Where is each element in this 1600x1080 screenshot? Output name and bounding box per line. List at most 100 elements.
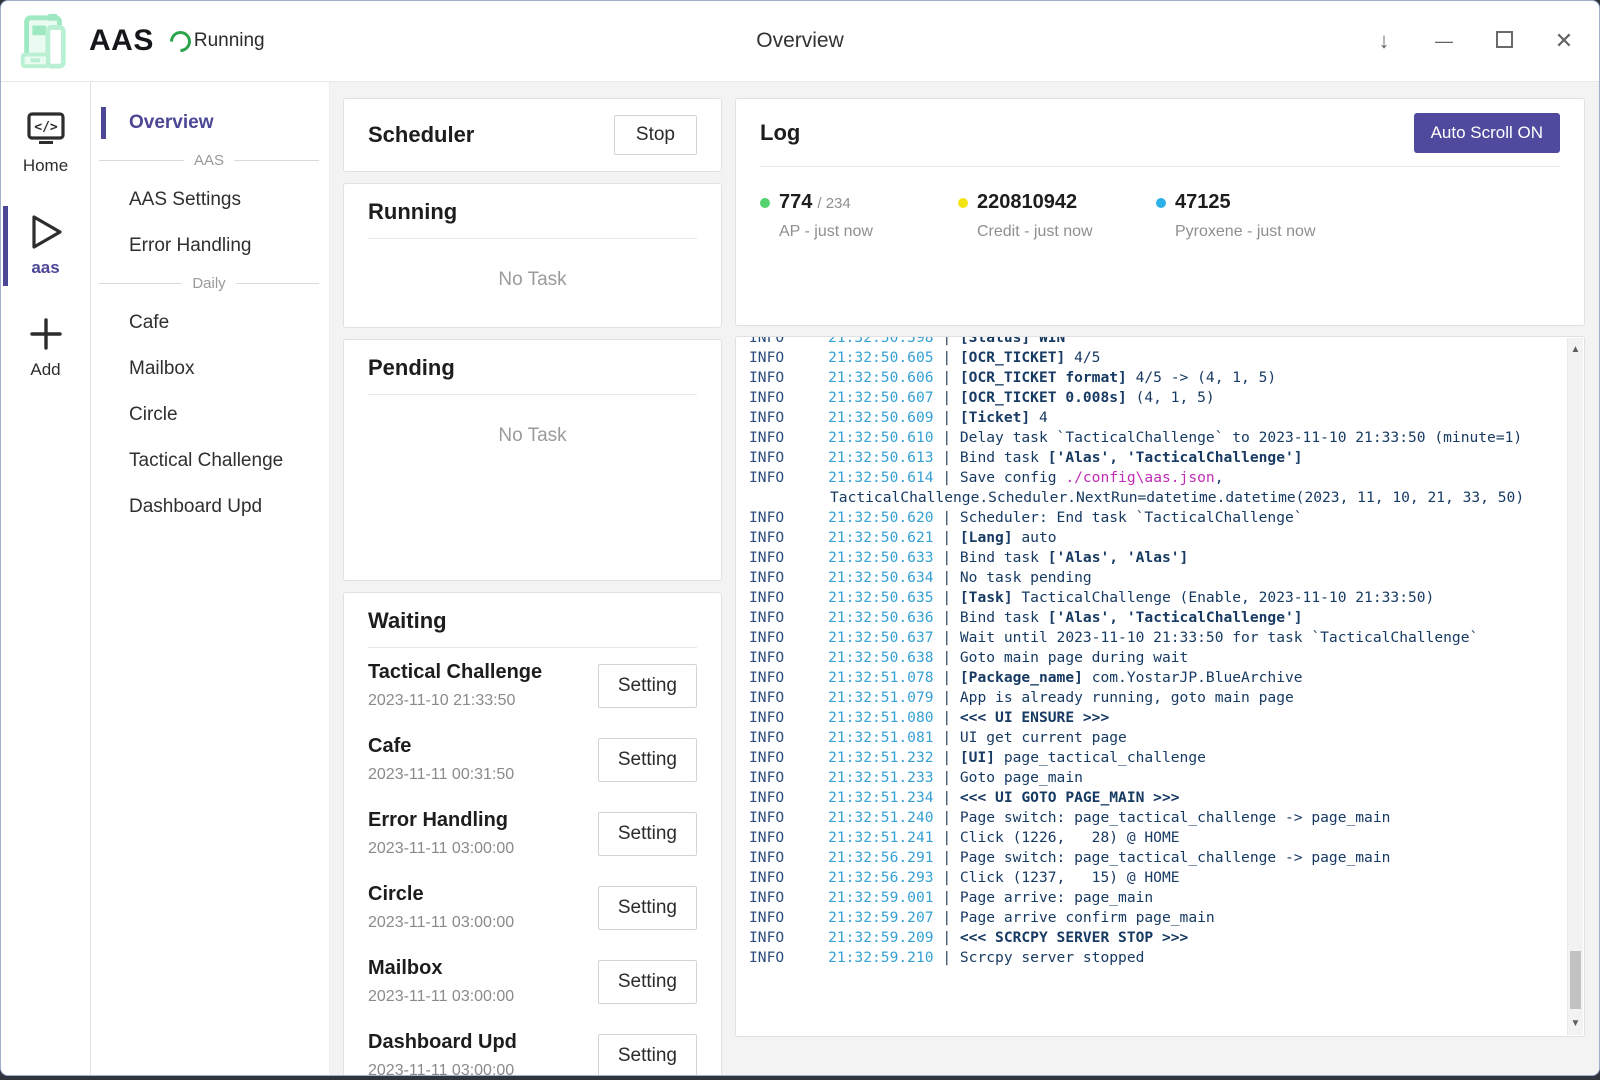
active-indicator bbox=[101, 230, 106, 262]
nav-item[interactable]: Dashboard Upd bbox=[91, 488, 329, 526]
log-line: INFO 21:32:50.610 | Delay task `Tactical… bbox=[749, 428, 1550, 448]
waiting-task-row: Dashboard Upd 2023-11-11 03:00:00 Settin… bbox=[368, 1018, 697, 1076]
nav-item[interactable]: Mailbox bbox=[91, 350, 329, 388]
waiting-task-next-run: 2023-11-11 00:31:50 bbox=[368, 766, 514, 784]
scroll-up-icon[interactable]: ▲ bbox=[1568, 344, 1583, 355]
setting-button[interactable]: Setting bbox=[598, 1034, 697, 1077]
waiting-task-name: Circle bbox=[368, 883, 514, 906]
nav-section-label: AAS bbox=[194, 152, 224, 169]
waiting-task-row: Cafe 2023-11-11 00:31:50 Setting bbox=[368, 722, 697, 796]
nav-item-label: Error Handling bbox=[129, 235, 252, 256]
setting-button[interactable]: Setting bbox=[598, 664, 697, 708]
dashboard-stats: 774 / 234 AP - just now 220810942 bbox=[760, 191, 1560, 241]
waiting-task-name: Tactical Challenge bbox=[368, 661, 542, 684]
waiting-task-name: Error Handling bbox=[368, 809, 514, 832]
stat-dot-icon bbox=[760, 198, 770, 208]
maximize-icon[interactable] bbox=[1491, 30, 1517, 52]
rail-item[interactable]: aas bbox=[1, 202, 90, 290]
log-line: INFO 21:32:50.609 | [Ticket] 4 bbox=[749, 408, 1550, 428]
stat-suffix: / 234 bbox=[817, 195, 850, 212]
icon-rail: </> Home aas Add bbox=[1, 82, 91, 1075]
log-line: INFO 21:32:50.637 | Wait until 2023-11-1… bbox=[749, 628, 1550, 648]
log-line: INFO 21:32:50.638 | Goto main page durin… bbox=[749, 648, 1550, 668]
nav-section-label: Daily bbox=[192, 275, 225, 292]
download-icon[interactable]: ↓ bbox=[1371, 30, 1397, 52]
scroll-down-icon[interactable]: ▼ bbox=[1568, 1018, 1583, 1029]
log-card: Log Auto Scroll ON 774 / 234 bbox=[735, 98, 1585, 326]
active-indicator bbox=[3, 104, 8, 184]
stat-block: 47125 Pyroxene - just now bbox=[1156, 191, 1354, 241]
log-line: INFO 21:32:50.613 | Bind task ['Alas', '… bbox=[749, 448, 1550, 468]
rail-item-icon bbox=[26, 212, 66, 252]
nav-item[interactable]: Overview bbox=[91, 104, 329, 142]
nav-item-label: Cafe bbox=[129, 312, 169, 333]
active-indicator bbox=[3, 206, 8, 286]
waiting-card: Waiting Tactical Challenge 2023-11-10 21… bbox=[343, 592, 722, 1076]
nav-item-label: Overview bbox=[129, 112, 214, 133]
rail-item[interactable]: Add bbox=[1, 304, 90, 392]
log-line: INFO 21:32:56.291 | Page switch: page_ta… bbox=[749, 848, 1550, 868]
nav-item[interactable]: Tactical Challenge bbox=[91, 442, 329, 480]
log-line: INFO 21:32:50.598 | [Status] WIN bbox=[749, 336, 1550, 348]
rail-item-label: aas bbox=[31, 258, 59, 278]
window-controls: ↓ — ✕ bbox=[1371, 30, 1577, 52]
svg-text:</>: </> bbox=[34, 120, 58, 135]
titlebar: AAS Running Overview ↓ — ✕ bbox=[1, 1, 1599, 82]
log-console[interactable]: INFO 21:32:50.598 | [Status] WININFO 21:… bbox=[735, 336, 1585, 1037]
setting-button[interactable]: Setting bbox=[598, 738, 697, 782]
log-line: INFO 21:32:56.293 | Click (1237, 15) @ H… bbox=[749, 868, 1550, 888]
log-title: Log bbox=[760, 120, 800, 146]
waiting-task-name: Mailbox bbox=[368, 957, 514, 980]
log-line: INFO 21:32:51.234 | <<< UI GOTO PAGE_MAI… bbox=[749, 788, 1550, 808]
setting-button[interactable]: Setting bbox=[598, 960, 697, 1004]
auto-scroll-button[interactable]: Auto Scroll ON bbox=[1414, 113, 1560, 153]
pending-card: Pending No Task bbox=[343, 339, 722, 581]
setting-button[interactable]: Setting bbox=[598, 812, 697, 856]
log-line: INFO 21:32:51.079 | App is already runni… bbox=[749, 688, 1550, 708]
log-line: INFO 21:32:50.633 | Bind task ['Alas', '… bbox=[749, 548, 1550, 568]
scrollbar-thumb[interactable] bbox=[1570, 951, 1581, 1009]
active-indicator bbox=[101, 445, 106, 477]
nav-item[interactable]: Error Handling bbox=[91, 227, 329, 265]
log-line: INFO 21:32:59.001 | Page arrive: page_ma… bbox=[749, 888, 1550, 908]
active-indicator bbox=[101, 107, 106, 139]
waiting-task-next-run: 2023-11-11 03:00:00 bbox=[368, 914, 514, 932]
waiting-task-row: Error Handling 2023-11-11 03:00:00 Setti… bbox=[368, 796, 697, 870]
log-line: INFO 21:32:50.620 | Scheduler: End task … bbox=[749, 508, 1550, 528]
log-line: INFO 21:32:59.207 | Page arrive confirm … bbox=[749, 908, 1550, 928]
stat-value: 220810942 bbox=[977, 191, 1077, 214]
rail-item[interactable]: </> Home bbox=[1, 100, 90, 188]
setting-button[interactable]: Setting bbox=[598, 886, 697, 930]
app-logo-icon bbox=[13, 12, 75, 70]
stat-block: 774 / 234 AP - just now bbox=[760, 191, 958, 241]
stat-label: Pyroxene - just now bbox=[1175, 223, 1354, 241]
rail-item-label: Add bbox=[30, 360, 60, 380]
log-line: INFO 21:32:50.605 | [OCR_TICKET] 4/5 bbox=[749, 348, 1550, 368]
running-spinner-icon bbox=[165, 26, 195, 56]
stop-button[interactable]: Stop bbox=[614, 115, 697, 155]
waiting-task-name: Dashboard Upd bbox=[368, 1031, 517, 1054]
waiting-task-next-run: 2023-11-11 03:00:00 bbox=[368, 988, 514, 1006]
log-line: INFO 21:32:50.636 | Bind task ['Alas', '… bbox=[749, 608, 1550, 628]
log-lines: INFO 21:32:50.598 | [Status] WININFO 21:… bbox=[749, 336, 1550, 968]
pending-title: Pending bbox=[368, 355, 697, 381]
log-scrollbar[interactable]: ▲ ▼ bbox=[1567, 338, 1583, 1035]
stat-block: 220810942 Credit - just now bbox=[958, 191, 1156, 241]
waiting-title: Waiting bbox=[368, 608, 697, 634]
nav-item-label: Mailbox bbox=[129, 358, 194, 379]
status-label: Running bbox=[194, 30, 265, 52]
nav-section-divider: AAS bbox=[91, 152, 329, 169]
active-indicator bbox=[101, 491, 106, 523]
close-icon[interactable]: ✕ bbox=[1551, 30, 1577, 52]
rail-item-label: Home bbox=[23, 156, 68, 176]
scheduler-title: Scheduler bbox=[368, 122, 474, 148]
nav-item[interactable]: Circle bbox=[91, 396, 329, 434]
nav-section-divider: Daily bbox=[91, 275, 329, 292]
waiting-list: Tactical Challenge 2023-11-10 21:33:50 S… bbox=[368, 648, 697, 1076]
log-line: INFO 21:32:50.621 | [Lang] auto bbox=[749, 528, 1550, 548]
log-line: INFO 21:32:51.232 | [UI] page_tactical_c… bbox=[749, 748, 1550, 768]
waiting-task-row: Mailbox 2023-11-11 03:00:00 Setting bbox=[368, 944, 697, 1018]
nav-item[interactable]: AAS Settings bbox=[91, 181, 329, 219]
minimize-icon[interactable]: — bbox=[1431, 32, 1457, 50]
nav-item[interactable]: Cafe bbox=[91, 304, 329, 342]
